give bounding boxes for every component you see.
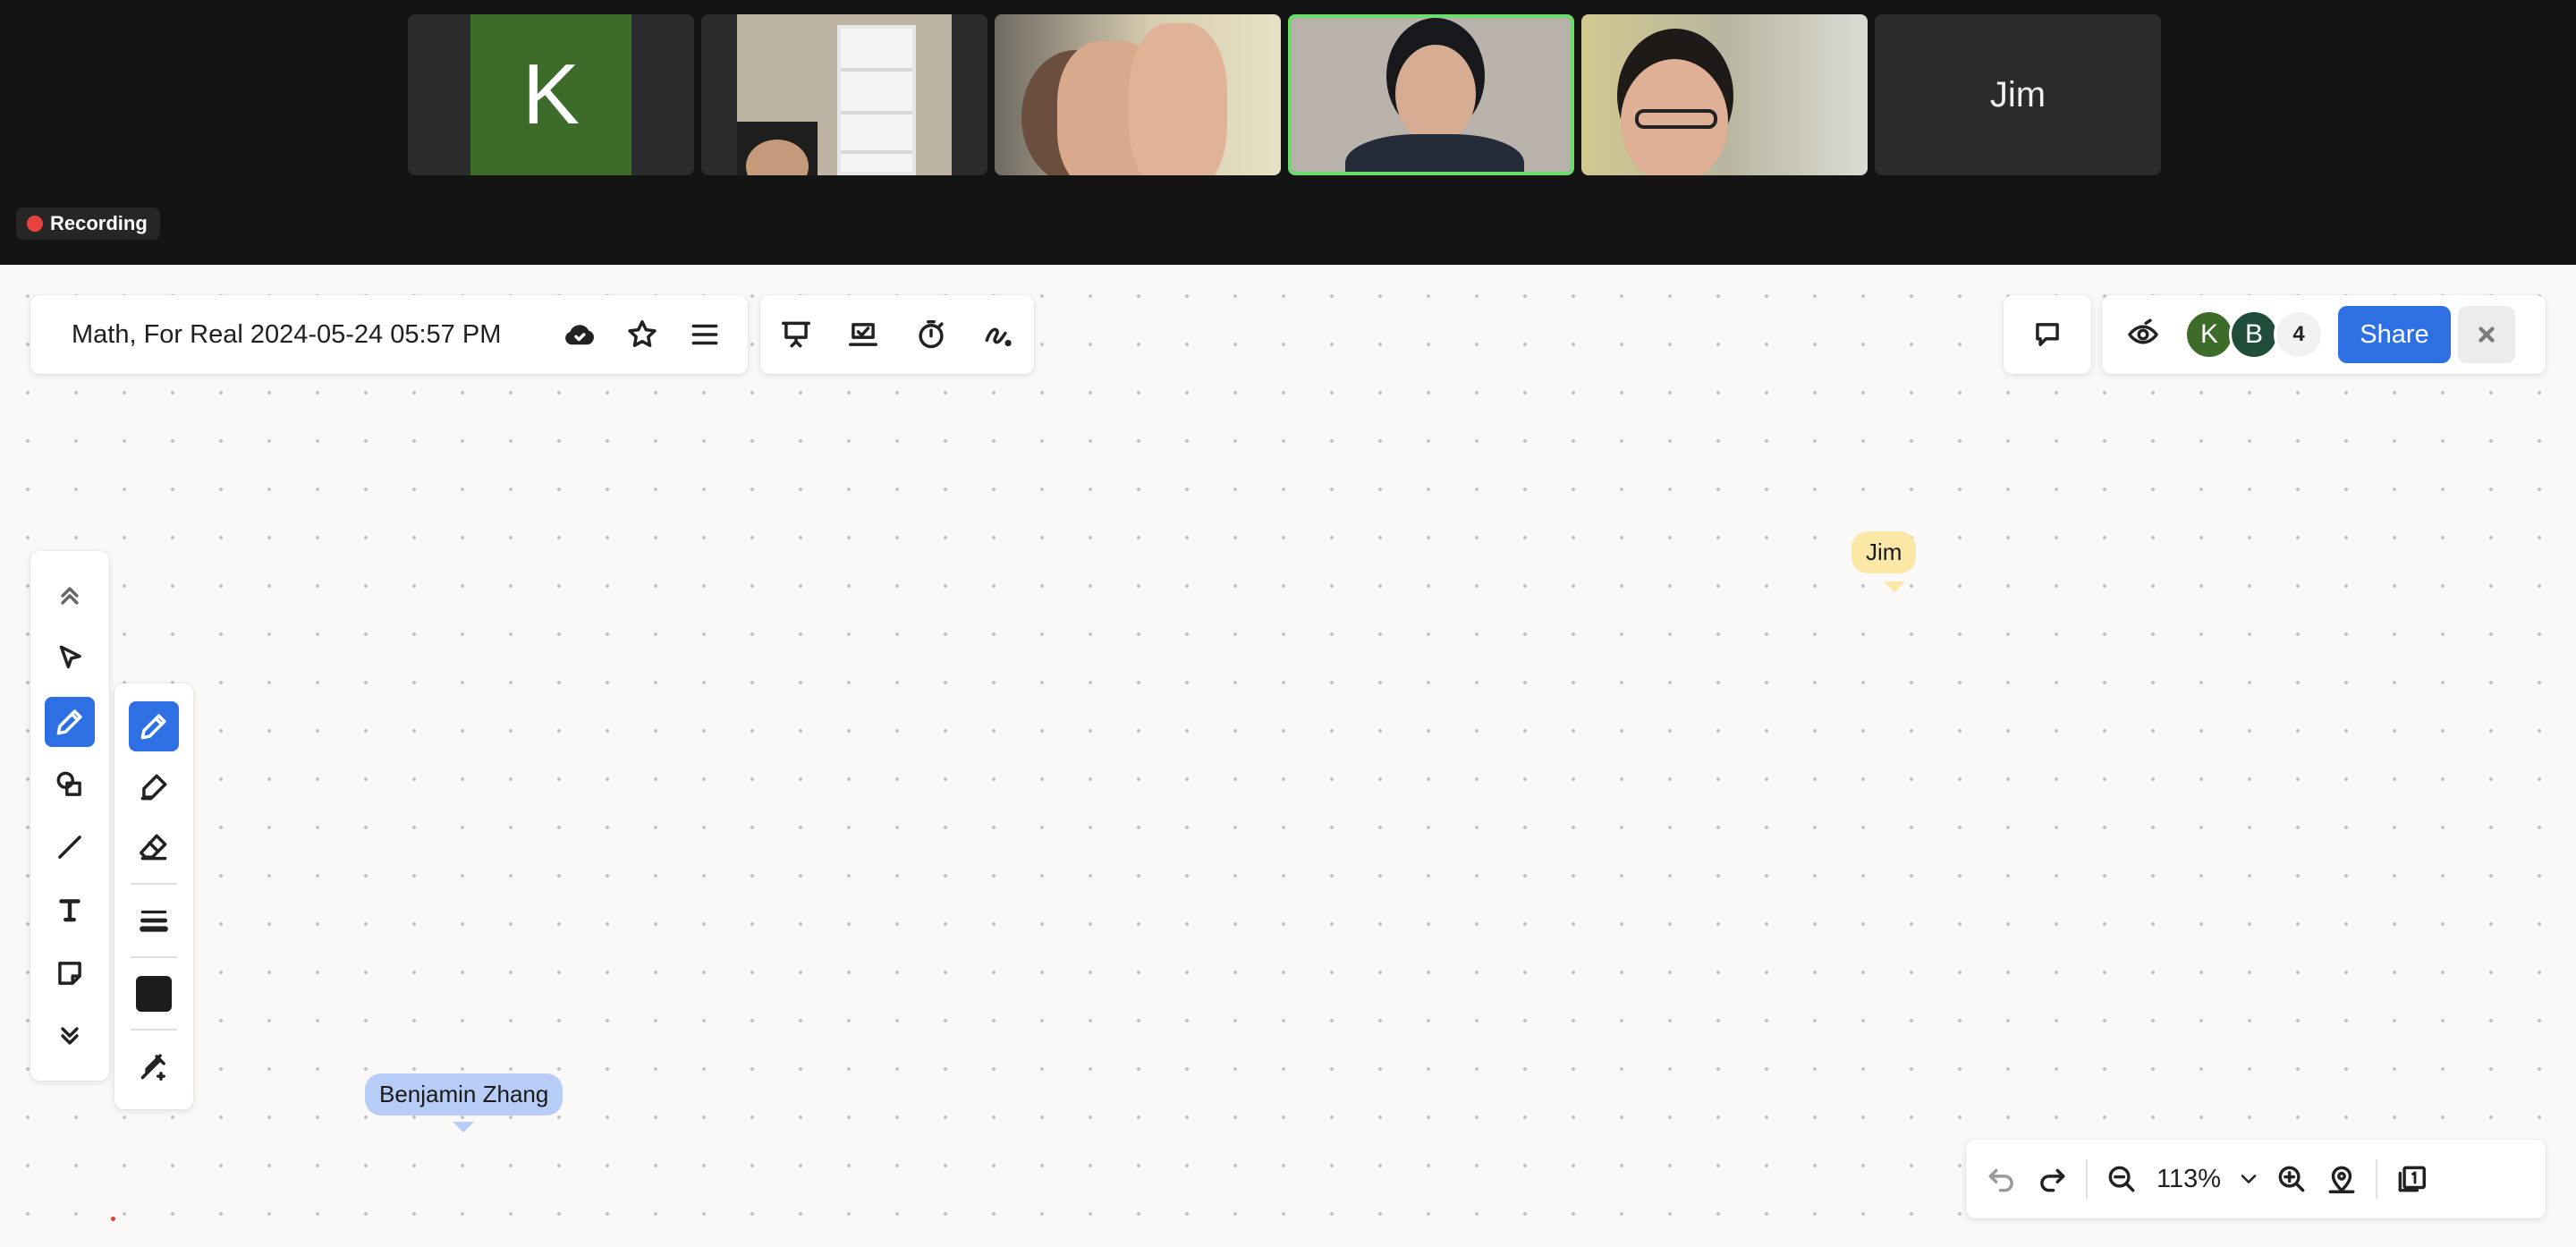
zoom-controls-panel: 113% xyxy=(1966,1140,2546,1218)
pen-color-button[interactable] xyxy=(129,969,179,1019)
vote-icon[interactable] xyxy=(838,310,888,360)
comment-icon[interactable] xyxy=(2022,310,2072,360)
star-icon[interactable] xyxy=(617,310,667,360)
pen-options-toolbar xyxy=(114,683,193,1109)
expand-down-icon[interactable] xyxy=(45,1011,95,1061)
eraser-icon[interactable] xyxy=(129,822,179,872)
close-button[interactable] xyxy=(2458,306,2515,363)
cursor-pointer-icon xyxy=(1884,581,1905,592)
participant-video xyxy=(1292,18,1571,172)
participant-video xyxy=(995,14,1281,175)
stroke-width-icon[interactable] xyxy=(129,895,179,946)
avatar-initial: K xyxy=(2199,319,2218,349)
ink-dot xyxy=(111,1217,115,1221)
laser-pointer-icon[interactable] xyxy=(973,310,1023,360)
participant-tile-active-speaker[interactable] xyxy=(1288,14,1574,175)
participant-tile-hand[interactable] xyxy=(995,14,1281,175)
present-icon[interactable] xyxy=(771,310,821,360)
select-tool-icon[interactable] xyxy=(45,633,95,683)
divider xyxy=(131,955,177,958)
cursor-pointer-icon xyxy=(453,1122,474,1132)
recording-label: Recording xyxy=(50,212,148,234)
color-swatch xyxy=(136,975,172,1012)
participant-tile-bookshelf[interactable] xyxy=(701,14,987,175)
board-title-panel: Math, For Real 2024-05-24 05:57 PM xyxy=(30,295,748,374)
pen-icon[interactable] xyxy=(129,700,179,751)
divider xyxy=(131,883,177,886)
chevron-down-icon[interactable] xyxy=(2231,1154,2267,1204)
cloud-check-icon[interactable] xyxy=(555,310,605,360)
board-title[interactable]: Math, For Real 2024-05-24 05:57 PM xyxy=(72,320,542,350)
menu-icon[interactable] xyxy=(680,310,730,360)
main-toolbar xyxy=(30,551,109,1081)
zoom-out-icon[interactable] xyxy=(2097,1154,2147,1204)
divider xyxy=(131,1029,177,1031)
comments-panel xyxy=(2004,295,2091,374)
undo-icon[interactable] xyxy=(1977,1154,2027,1204)
participant-count[interactable]: 4 xyxy=(2274,310,2324,360)
pages-icon[interactable] xyxy=(2386,1154,2436,1204)
zoom-level[interactable]: 113% xyxy=(2147,1165,2231,1194)
participant-video xyxy=(737,14,952,175)
recording-indicator: Recording xyxy=(16,208,160,240)
divider xyxy=(2086,1159,2088,1199)
locate-pin-icon[interactable] xyxy=(2317,1154,2367,1204)
close-icon xyxy=(2479,327,2495,343)
participant-tile-k[interactable]: K xyxy=(408,14,694,175)
participant-initial: K xyxy=(470,14,631,175)
follow-view-icon[interactable] xyxy=(2118,310,2168,360)
collapse-up-icon[interactable] xyxy=(45,571,95,621)
shapes-tool-icon[interactable] xyxy=(45,759,95,810)
zoom-in-icon[interactable] xyxy=(2267,1154,2317,1204)
remote-cursor-name: Jim xyxy=(1866,539,1902,565)
participant-video xyxy=(1581,14,1868,175)
collaboration-panel: K B 4 Share xyxy=(2102,295,2546,374)
sticky-note-tool-icon[interactable] xyxy=(45,948,95,998)
text-tool-icon[interactable] xyxy=(45,885,95,935)
timer-icon[interactable] xyxy=(906,310,956,360)
video-strip: K Jim Recording xyxy=(0,0,2576,265)
avatar-initial: B xyxy=(2244,319,2263,349)
recording-dot-icon xyxy=(27,216,43,232)
redo-icon[interactable] xyxy=(2027,1154,2077,1204)
board-tools-panel xyxy=(760,295,1034,374)
remote-cursor-name: Benjamin Zhang xyxy=(379,1081,549,1107)
avatar[interactable]: K xyxy=(2184,310,2234,360)
remote-cursor-benjamin: Benjamin Zhang xyxy=(365,1073,564,1116)
highlighter-icon[interactable] xyxy=(129,762,179,812)
avatar[interactable]: B xyxy=(2229,310,2279,360)
share-button[interactable]: Share xyxy=(2338,306,2451,363)
eyedropper-icon[interactable] xyxy=(129,1041,179,1091)
pen-tool-icon[interactable] xyxy=(45,696,95,747)
remote-cursor-jim: Jim xyxy=(1852,531,1917,573)
divider xyxy=(2376,1159,2377,1199)
participant-tile-glasses[interactable] xyxy=(1581,14,1868,175)
participant-tile-jim[interactable]: Jim xyxy=(1875,14,2161,175)
participant-name: Jim xyxy=(1989,74,2046,115)
line-tool-icon[interactable] xyxy=(45,822,95,872)
